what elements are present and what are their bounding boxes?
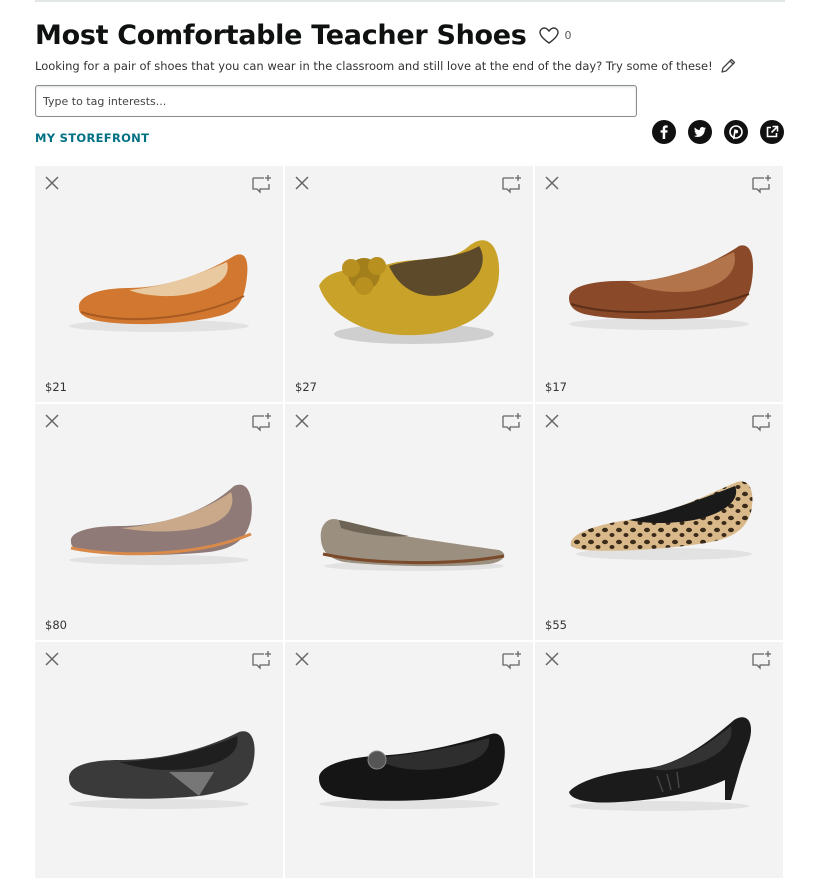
close-icon[interactable]	[43, 412, 61, 430]
twitter-icon[interactable]	[688, 120, 712, 144]
pencil-icon[interactable]	[719, 57, 737, 75]
product-card[interactable]: $27	[285, 166, 533, 402]
comment-add-icon[interactable]	[751, 650, 773, 670]
product-card[interactable]: $21	[35, 166, 283, 402]
comment-add-icon[interactable]	[751, 412, 773, 432]
product-price: $27	[295, 380, 317, 394]
product-card[interactable]	[285, 404, 533, 640]
product-card[interactable]: $17	[535, 166, 783, 402]
close-icon[interactable]	[43, 174, 61, 192]
close-icon[interactable]	[43, 650, 61, 668]
header: Most Comfortable Teacher Shoes 0	[35, 20, 572, 51]
product-image[interactable]	[559, 216, 759, 356]
heart-outline-icon[interactable]	[538, 26, 559, 45]
share-link-icon[interactable]	[760, 120, 784, 144]
product-card[interactable]	[35, 642, 283, 878]
product-image[interactable]	[59, 454, 259, 594]
product-price: $80	[45, 618, 67, 632]
comment-add-icon[interactable]	[501, 412, 523, 432]
close-icon[interactable]	[293, 650, 311, 668]
close-icon[interactable]	[543, 650, 561, 668]
like-count: 0	[564, 29, 572, 42]
share-bar	[652, 120, 784, 144]
product-grid: $21 $27 $17 $80 $55	[35, 166, 785, 878]
description-row: Looking for a pair of shoes that you can…	[35, 57, 737, 75]
facebook-icon[interactable]	[652, 120, 676, 144]
comment-add-icon[interactable]	[501, 650, 523, 670]
page-title: Most Comfortable Teacher Shoes	[35, 20, 527, 51]
comment-add-icon[interactable]	[251, 174, 273, 194]
product-card[interactable]: $55	[535, 404, 783, 640]
product-price: $55	[545, 618, 567, 632]
close-icon[interactable]	[543, 174, 561, 192]
comment-add-icon[interactable]	[751, 174, 773, 194]
my-storefront-link[interactable]: MY STOREFRONT	[35, 131, 149, 145]
product-image[interactable]	[59, 216, 259, 356]
product-card[interactable]	[535, 642, 783, 878]
product-card[interactable]: $80	[35, 404, 283, 640]
close-icon[interactable]	[293, 174, 311, 192]
product-price: $17	[545, 380, 567, 394]
comment-add-icon[interactable]	[251, 412, 273, 432]
pinterest-icon[interactable]	[724, 120, 748, 144]
comment-add-icon[interactable]	[251, 650, 273, 670]
close-icon[interactable]	[293, 412, 311, 430]
close-icon[interactable]	[543, 412, 561, 430]
product-image[interactable]	[309, 692, 509, 832]
product-image[interactable]	[559, 454, 759, 594]
product-image[interactable]	[59, 692, 259, 832]
product-image[interactable]	[559, 692, 759, 832]
product-image[interactable]	[309, 216, 509, 356]
comment-add-icon[interactable]	[501, 174, 523, 194]
tag-interests-input[interactable]	[35, 85, 637, 117]
product-card[interactable]	[285, 642, 533, 878]
top-divider	[35, 0, 785, 2]
product-price: $21	[45, 380, 67, 394]
product-image[interactable]	[309, 454, 509, 594]
list-description: Looking for a pair of shoes that you can…	[35, 59, 713, 73]
